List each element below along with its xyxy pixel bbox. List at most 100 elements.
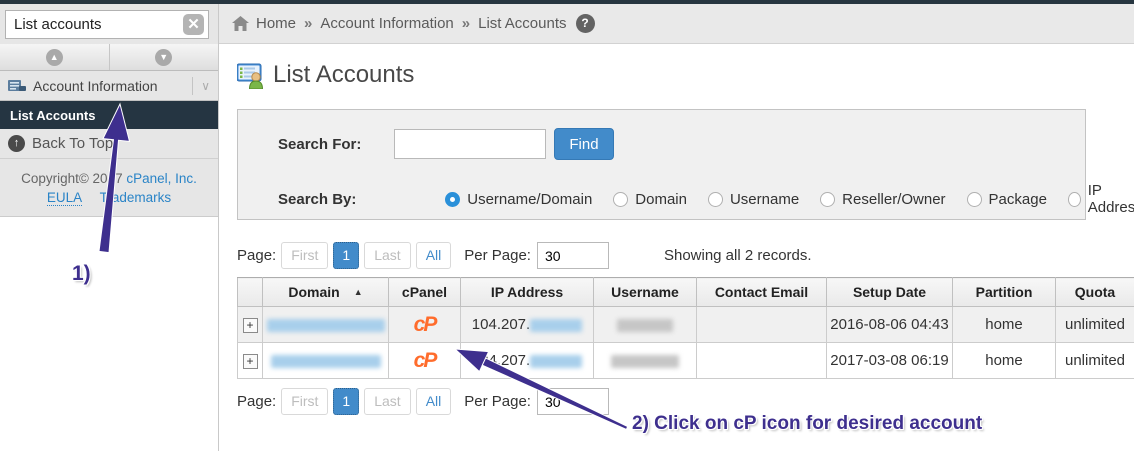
breadcrumb-separator: » [304,15,312,32]
find-button[interactable]: Find [554,128,613,160]
expand-row-button[interactable]: + [243,354,258,369]
page-label: Page: [237,393,276,410]
radio-icon [708,192,723,207]
per-page-input[interactable] [537,388,609,415]
username-column-header[interactable]: Username [594,278,697,307]
sidebar: ✕ ▲ ▼ Account Information ∨ List Account… [0,4,218,451]
cpanel-inc-link[interactable]: cPanel, Inc. [126,171,197,186]
first-page-button[interactable]: First [281,242,328,269]
breadcrumb-home[interactable]: Home [256,15,296,32]
domain-column-header[interactable]: Domain▲ [263,278,389,307]
contact-email-column-header[interactable]: Contact Email [697,278,827,307]
radio-domain[interactable]: Domain [613,191,687,208]
radio-icon [820,192,835,207]
search-for-label: Search For: [278,136,361,153]
ip-cell[interactable]: 104.207. [461,307,594,343]
radio-icon [967,192,982,207]
sidebar-search-area: ✕ [0,4,218,44]
sidebar-search-input[interactable] [5,10,209,39]
expander-column-header [238,278,263,307]
setup-date-cell: 2016-08-06 04:43 [827,307,953,343]
redacted-username [617,319,673,332]
sort-ascending-icon: ▲ [354,287,363,297]
quota-cell: unlimited [1056,307,1134,343]
account-row-1: + cP 104.207. 2016-08-06 04:43 home unli… [238,307,1134,343]
last-page-button[interactable]: Last [364,388,410,415]
all-pages-button[interactable]: All [416,242,452,269]
cpanel-login-icon[interactable]: cP [414,313,436,336]
radio-reseller-owner[interactable]: Reseller/Owner [820,191,945,208]
pagination-bottom: Page: First 1 Last All Per Page: [237,388,1134,415]
expand-row-button[interactable]: + [243,318,258,333]
redacted-ip [530,319,582,332]
back-to-top-link[interactable]: ↑ Back To Top [0,129,218,159]
domain-cell[interactable] [263,343,389,379]
clear-search-icon[interactable]: ✕ [183,14,204,35]
help-icon[interactable]: ? [576,14,595,33]
sidebar-footer: Copyright© 2017 cPanel, Inc. EULA Tradem… [0,159,218,217]
radio-label: Package [989,191,1047,208]
radio-label: Username/Domain [467,191,592,208]
page-label: Page: [237,247,276,264]
ip-column-header[interactable]: IP Address [461,278,594,307]
page-1-button[interactable]: 1 [333,242,359,269]
eula-link[interactable]: EULA [47,190,82,206]
breadcrumb-list-accounts[interactable]: List Accounts [478,15,566,32]
contact-email-cell [697,343,827,379]
up-arrow-icon: ▲ [46,49,63,66]
redacted-username [611,355,679,368]
divider [192,77,193,95]
partition-cell: home [953,307,1056,343]
per-page-input[interactable] [537,242,609,269]
breadcrumb-account-information[interactable]: Account Information [320,15,453,32]
all-pages-button[interactable]: All [416,388,452,415]
domain-cell[interactable] [263,307,389,343]
copyright-text: Copyright© 2017 [21,171,123,186]
radio-ip-address[interactable]: IP Address [1068,182,1134,216]
radio-label: Username [730,191,799,208]
last-page-button[interactable]: Last [364,242,410,269]
page-title: List Accounts [273,61,414,89]
radio-username-domain[interactable]: Username/Domain [445,191,592,208]
radio-label: IP Address [1088,182,1134,216]
cpanel-column-header[interactable]: cPanel [389,278,461,307]
redacted-domain [271,355,381,368]
per-page-label: Per Page: [464,393,531,410]
radio-icon [1068,192,1081,207]
contact-email-cell [697,307,827,343]
cpanel-login-icon[interactable]: cP [414,349,436,372]
down-arrow-icon: ▼ [155,49,172,66]
quota-column-header[interactable]: Quota [1056,278,1134,307]
setup-date-cell: 2017-03-08 06:19 [827,343,953,379]
search-for-input[interactable] [394,129,546,159]
scroll-up-button[interactable]: ▲ [0,44,109,70]
radio-package[interactable]: Package [967,191,1047,208]
breadcrumb: Home » Account Information » List Accoun… [219,4,1134,44]
radio-username[interactable]: Username [708,191,799,208]
radio-label: Reseller/Owner [842,191,945,208]
radio-label: Domain [635,191,687,208]
ip-cell[interactable]: 104.207. [461,343,594,379]
first-page-button[interactable]: First [281,388,328,415]
username-cell [594,343,697,379]
list-accounts-icon [237,62,264,89]
accounts-table: Domain▲ cPanel IP Address Username Conta… [237,277,1134,379]
chevron-down-icon[interactable]: ∨ [201,79,210,93]
trademarks-link[interactable]: Trademarks [100,190,172,205]
per-page-label: Per Page: [464,247,531,264]
sidebar-item-list-accounts[interactable]: List Accounts [0,101,218,129]
scroll-down-button[interactable]: ▼ [109,44,219,70]
partition-cell: home [953,343,1056,379]
sidebar-section-label: Account Information [33,78,158,94]
main-content: Home » Account Information » List Accoun… [218,4,1134,451]
home-icon [232,16,249,31]
partition-column-header[interactable]: Partition [953,278,1056,307]
sidebar-active-label: List Accounts [10,108,95,123]
table-header-row: Domain▲ cPanel IP Address Username Conta… [238,278,1134,307]
radio-selected-icon [445,192,460,207]
setup-date-column-header[interactable]: Setup Date [827,278,953,307]
sidebar-section-account-information[interactable]: Account Information ∨ [0,71,218,101]
page-1-button[interactable]: 1 [333,388,359,415]
account-info-icon [8,79,26,92]
redacted-ip [530,355,582,368]
